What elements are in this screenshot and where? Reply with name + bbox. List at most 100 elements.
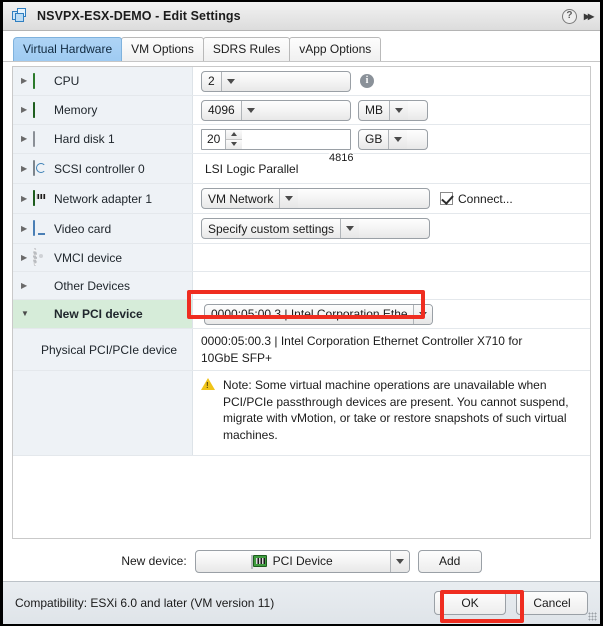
ok-button[interactable]: OK [434, 591, 506, 615]
row-new-pci-value: 0000:05:00.3 | Intel Corporation Ethe [193, 300, 590, 328]
row-note-value: Note: Some virtual machine operations ar… [193, 371, 590, 455]
tab-vapp-options[interactable]: vApp Options [289, 37, 382, 61]
video-settings-value: Specify custom settings [208, 221, 335, 236]
cpu-icon [33, 72, 50, 89]
edit-settings-dialog: NSVPX-ESX-DEMO - Edit Settings ? ▸▸ Virt… [0, 0, 603, 626]
row-memory-label: Memory [54, 103, 98, 117]
row-cpu-value: 2 i [193, 67, 590, 95]
row-vmci-header[interactable]: ▶ VMCI device [13, 244, 193, 271]
connect-checkbox[interactable] [440, 192, 453, 205]
stepper-up-icon[interactable] [226, 129, 243, 140]
cancel-button[interactable]: Cancel [516, 591, 588, 615]
expand-arrow-icon[interactable]: ▶ [21, 133, 33, 145]
disk-unit-dropdown[interactable]: GB [358, 128, 428, 150]
expand-arrow-icon[interactable]: ▶ [21, 223, 33, 235]
row-other-devices-header[interactable]: ▶ Other Devices [13, 272, 193, 299]
cpu-count-dropdown[interactable]: 2 [201, 70, 351, 92]
expand-arrow-icon[interactable]: ▶ [21, 75, 33, 87]
expand-arrow-icon[interactable]: ▶ [21, 252, 33, 264]
cpu-count-value: 2 [208, 74, 215, 88]
new-device-selected-label: PCI Device [272, 554, 333, 568]
tab-vm-options[interactable]: VM Options [121, 37, 204, 61]
physical-pci-description: 0000:05:00.3 | Intel Corporation Etherne… [201, 334, 523, 365]
passthrough-note-text: Note: Some virtual machine operations ar… [223, 378, 569, 442]
network-dropdown[interactable]: VM Network [201, 188, 430, 209]
tooltip-value: 4816 [327, 152, 356, 164]
row-scsi-header[interactable]: ▶ SCSI controller 0 [13, 154, 193, 183]
row-vmci-label: VMCI device [54, 250, 123, 265]
chevron-down-icon[interactable] [413, 304, 432, 324]
memory-size-value: 4096 [208, 103, 235, 117]
new-device-bar: New device: PCI Device Add [12, 546, 591, 576]
tab-sdrs-rules[interactable]: SDRS Rules [202, 37, 291, 61]
row-physical-pci: Physical PCI/PCIe device 0000:05:00.3 | … [13, 329, 590, 371]
row-cpu: ▶ CPU 2 i [13, 67, 590, 96]
connect-label: Connect... [458, 191, 513, 206]
disk-size-input[interactable]: 20 [201, 128, 351, 150]
chevron-down-icon[interactable] [220, 71, 240, 91]
new-device-label: New device: [121, 554, 187, 568]
expand-arrow-icon[interactable]: ▶ [21, 280, 33, 292]
row-cpu-label: CPU [54, 74, 80, 88]
row-other-devices-value [193, 272, 590, 299]
tab-virtual-hardware[interactable]: Virtual Hardware [13, 37, 123, 61]
add-device-button[interactable]: Add [417, 549, 482, 573]
harddisk-icon [33, 130, 50, 147]
row-new-pci-header[interactable]: ▼ New PCI device [13, 300, 193, 328]
chevron-down-icon[interactable] [279, 189, 299, 208]
vm-stack-icon [12, 8, 28, 24]
row-network-adapter: ▶ Network adapter 1 VM Network Connect..… [13, 184, 590, 214]
video-settings-dropdown[interactable]: Specify custom settings [201, 218, 430, 239]
row-hard-disk-header[interactable]: ▶ Hard disk 1 [13, 125, 193, 153]
memory-icon [33, 101, 50, 118]
hardware-rows: ▶ CPU 2 i ▶ Memory 4096 MB ▶ Hard disk 1… [13, 67, 590, 538]
row-network-header[interactable]: ▶ Network adapter 1 [13, 184, 193, 213]
row-hard-disk: ▶ Hard disk 1 20 GB [13, 125, 590, 154]
pci-device-value: 0000:05:00.3 | Intel Corporation Ethe [211, 307, 408, 321]
row-memory-value: 4096 MB [193, 96, 590, 124]
disk-unit-value: GB [365, 132, 383, 146]
connect-checkbox-wrap[interactable]: Connect... [440, 192, 513, 206]
disk-size-value: 20 [207, 132, 221, 146]
chevron-double-right-icon[interactable]: ▸▸ [584, 10, 594, 22]
row-cpu-header[interactable]: ▶ CPU [13, 67, 193, 95]
row-memory-header[interactable]: ▶ Memory [13, 96, 193, 124]
pci-card-icon [250, 555, 267, 569]
resize-grip[interactable] [588, 612, 597, 621]
row-passthrough-note: Note: Some virtual machine operations ar… [13, 371, 590, 456]
compatibility-text: Compatibility: ESXi 6.0 and later (VM ve… [15, 596, 275, 610]
pci-device-dropdown[interactable]: 0000:05:00.3 | Intel Corporation Ethe [204, 303, 433, 325]
new-pci-device-icon [33, 307, 50, 322]
memory-size-input[interactable]: 4096 [201, 99, 351, 121]
row-physical-pci-label: Physical PCI/PCIe device [41, 342, 178, 357]
scsi-controller-value: LSI Logic Parallel [205, 161, 299, 176]
row-other-devices-label: Other Devices [54, 278, 131, 293]
vmci-device-icon [33, 248, 50, 266]
disk-size-stepper[interactable] [225, 129, 243, 149]
chevron-down-icon[interactable] [340, 219, 360, 238]
info-icon[interactable]: i [360, 74, 374, 88]
help-icon[interactable]: ? [561, 8, 577, 24]
expand-arrow-icon[interactable]: ▶ [21, 163, 33, 175]
chevron-down-icon[interactable] [240, 100, 260, 120]
memory-unit-dropdown[interactable]: MB [358, 99, 428, 121]
stepper-down-icon[interactable] [226, 139, 243, 149]
row-network-value: VM Network Connect... [193, 184, 590, 213]
network-value: VM Network [208, 191, 274, 206]
chevron-down-icon[interactable] [389, 550, 409, 572]
expand-arrow-icon[interactable]: ▶ [21, 104, 33, 116]
row-video-header[interactable]: ▶ Video card [13, 214, 193, 243]
row-new-pci-label: New PCI device [54, 307, 143, 321]
network-adapter-icon [33, 190, 50, 206]
chevron-down-icon[interactable] [388, 129, 408, 149]
collapse-arrow-icon[interactable]: ▼ [21, 308, 33, 320]
video-card-icon [33, 220, 50, 236]
row-scsi-value: LSI Logic Parallel [193, 154, 590, 183]
row-physical-pci-header: Physical PCI/PCIe device [13, 329, 193, 370]
expand-arrow-icon[interactable]: ▶ [21, 193, 33, 205]
dialog-title: NSVPX-ESX-DEMO - Edit Settings [37, 9, 241, 23]
chevron-down-icon[interactable] [389, 100, 408, 120]
memory-unit-value: MB [365, 103, 383, 117]
row-memory: ▶ Memory 4096 MB [13, 96, 590, 125]
new-device-dropdown[interactable]: PCI Device [194, 549, 410, 573]
